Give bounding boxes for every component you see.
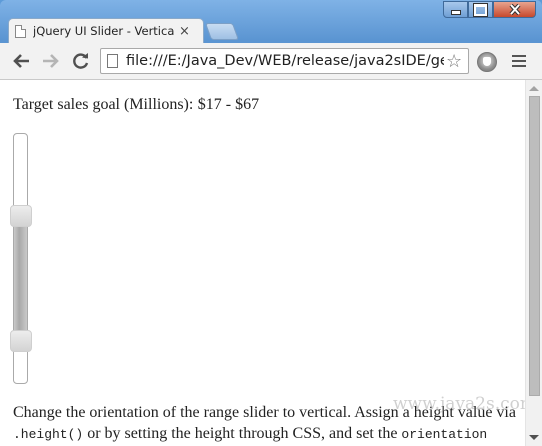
menu-icon[interactable] — [512, 55, 526, 70]
address-bar[interactable]: file:///E:/Java_Dev/WEB/release/java2sID… — [100, 48, 469, 74]
new-tab-button[interactable] — [204, 23, 240, 40]
description-code-2: orientation — [401, 427, 488, 442]
tab-title: jQuery UI Slider - Vertical range slider — [33, 24, 175, 38]
maximize-icon — [473, 2, 488, 17]
window-controls — [443, 1, 536, 18]
close-window-button[interactable] — [493, 1, 536, 18]
slider-handle-low[interactable] — [10, 329, 32, 352]
description-part-2: or by setting the height through CSS, an… — [87, 425, 398, 442]
browser-toolbar: file:///E:/Java_Dev/WEB/release/java2sID… — [0, 43, 542, 80]
reload-icon — [73, 53, 89, 69]
goal-amount: $17 - $67 — [197, 96, 260, 113]
vertical-range-slider[interactable] — [10, 133, 32, 384]
page-icon — [107, 54, 118, 68]
minimize-button[interactable] — [443, 1, 468, 18]
page-viewport: Target sales goal (Millions): $17 - $67 … — [0, 80, 542, 446]
goal-line: Target sales goal (Millions): $17 - $67 — [13, 96, 513, 114]
scrollbar-thumb[interactable] — [529, 96, 540, 396]
bookmark-star-icon[interactable]: ☆ — [446, 51, 462, 72]
slider-range — [14, 216, 27, 341]
reload-button[interactable] — [70, 50, 92, 72]
vertical-scrollbar[interactable] — [525, 80, 542, 446]
close-icon — [509, 4, 520, 15]
goal-label: Target sales goal (Millions): — [13, 96, 194, 113]
description-code-1: .height() — [13, 427, 84, 442]
scroll-up-arrow-icon[interactable] — [529, 86, 539, 91]
browser-tab[interactable]: jQuery UI Slider - Vertical range slider… — [8, 18, 204, 43]
forward-button[interactable] — [40, 50, 62, 72]
browser-window: jQuery UI Slider - Vertical range slider… — [0, 0, 542, 446]
maximize-button[interactable] — [468, 1, 493, 18]
forward-arrow-icon — [43, 54, 59, 68]
watermark: www.java2s.com — [392, 394, 536, 414]
minimize-icon — [450, 9, 461, 15]
page-icon — [15, 24, 26, 38]
back-arrow-icon — [13, 54, 29, 68]
slider-handle-high[interactable] — [10, 205, 32, 228]
url-text: file:///E:/Java_Dev/WEB/release/java2sID… — [126, 53, 444, 69]
extension-icon[interactable] — [477, 52, 497, 72]
tab-close-icon[interactable]: × — [179, 24, 190, 39]
back-button[interactable] — [10, 50, 32, 72]
scroll-down-arrow-icon[interactable] — [529, 435, 539, 440]
